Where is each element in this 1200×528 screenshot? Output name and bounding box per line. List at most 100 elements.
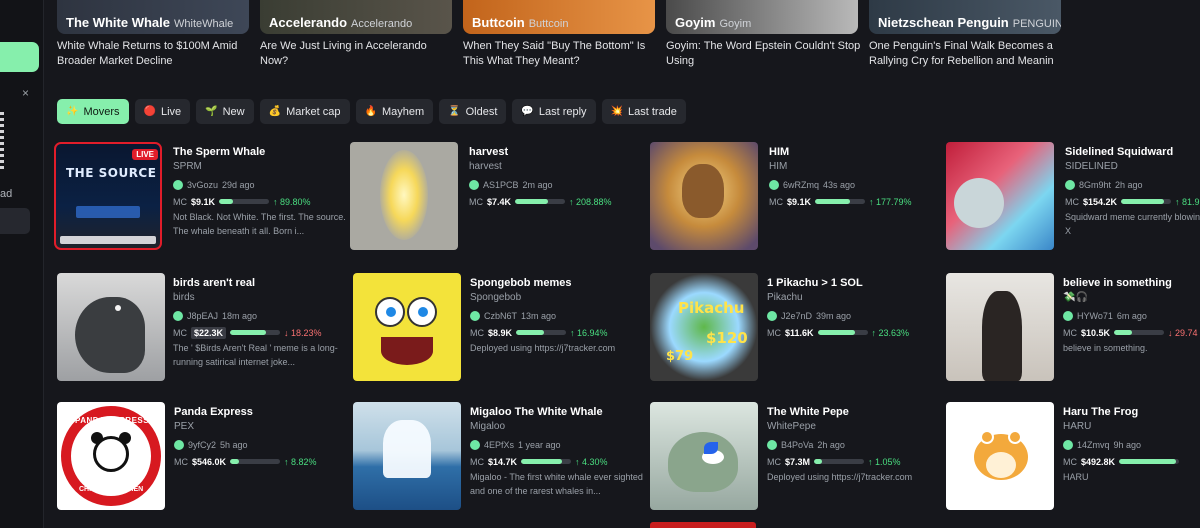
token-image[interactable]: THE SOURCE LIVE bbox=[54, 142, 162, 250]
market-cap-row: MC $7.3M ↑ 1.05% bbox=[767, 453, 942, 470]
tab-movers[interactable]: ✨ Movers bbox=[57, 99, 129, 124]
trending-caption[interactable]: Goyim: The Word Epstein Couldn't Stop Us… bbox=[666, 39, 862, 69]
token-description: The ' $Birds Aren't Real ' meme is a lon… bbox=[173, 343, 338, 367]
creator-row: 8Gm9ht 2h ago bbox=[1065, 177, 1200, 193]
trending-caption[interactable]: Are We Just Living in Accelerando Now? bbox=[260, 39, 456, 69]
token-image[interactable] bbox=[650, 142, 758, 250]
creator-row: B4PoVa 2h ago bbox=[767, 437, 942, 453]
token-card[interactable]: Haru The Frog HARU 14Zmvq 9h ago MC $492.8… bbox=[946, 402, 1200, 514]
creator-name[interactable]: J8pEAJ bbox=[187, 311, 218, 321]
market-cap-value: $11.6K bbox=[785, 327, 814, 338]
trending-caption[interactable]: One Penguin's Final Walk Becomes a Rally… bbox=[869, 39, 1065, 69]
avatar bbox=[470, 440, 480, 450]
tab-new[interactable]: 🌱 New bbox=[196, 99, 254, 124]
avatar bbox=[174, 440, 184, 450]
progress-fill bbox=[230, 459, 240, 464]
creator-name[interactable]: HYWo71 bbox=[1077, 311, 1113, 321]
creator-name[interactable]: 3vGozu bbox=[187, 180, 218, 190]
trending-card[interactable]: The White Whale WhiteWhale bbox=[57, 0, 249, 34]
token-image[interactable] bbox=[353, 273, 461, 381]
token-image[interactable] bbox=[353, 402, 461, 510]
token-card[interactable]: Migaloo The White Whale Migaloo 4EPfXs 1 … bbox=[353, 402, 643, 514]
tab-market-cap[interactable]: 💰 Market cap bbox=[259, 99, 350, 124]
token-ticker: PEX bbox=[174, 421, 195, 432]
speech-bubble-icon: 💬 bbox=[521, 106, 534, 117]
sidebar-button[interactable] bbox=[0, 208, 30, 234]
hourglass-icon: ⏳ bbox=[448, 106, 461, 117]
token-image[interactable] bbox=[946, 142, 1054, 250]
explosion-icon: 💥 bbox=[610, 106, 623, 117]
token-image[interactable] bbox=[946, 273, 1054, 381]
avatar bbox=[173, 180, 183, 190]
mc-label: MC bbox=[1063, 327, 1077, 338]
red-dot-icon: 🔴 bbox=[143, 106, 156, 117]
avatar bbox=[1065, 180, 1075, 190]
sidebar-create-button[interactable] bbox=[0, 42, 39, 72]
tab-live[interactable]: 🔴 Live bbox=[134, 99, 191, 124]
token-ticker: WhitePepe bbox=[767, 421, 816, 432]
creator-name[interactable]: 9yfCy2 bbox=[188, 440, 216, 450]
token-image[interactable]: PANDA EXPRESS CHINESE KITCHEN bbox=[57, 402, 165, 510]
creator-name[interactable]: AS1PCB bbox=[483, 180, 519, 190]
token-card[interactable]: birds aren't real birds J8pEAJ 18m ago MC… bbox=[57, 273, 347, 385]
token-info: 1 Pikachu > 1 SOL Pikachu J2e7nD 39m ago … bbox=[767, 277, 942, 341]
tab-last-reply[interactable]: 💬 Last reply bbox=[512, 99, 596, 124]
progress-bar bbox=[219, 199, 270, 204]
creator-name[interactable]: 4EPfXs bbox=[484, 440, 514, 450]
creator-name[interactable]: 8Gm9ht bbox=[1079, 180, 1111, 190]
token-description: Squidward meme currently blowin all over… bbox=[1065, 212, 1200, 236]
creator-name[interactable]: B4PoVa bbox=[781, 440, 813, 450]
token-image[interactable]: Pikachu $120 $79 bbox=[650, 273, 758, 381]
progress-bar bbox=[1121, 199, 1172, 204]
token-card[interactable]: harvest harvest AS1PCB 2m ago MC $7.4K ↑ 20… bbox=[350, 142, 640, 254]
token-card[interactable]: HIM HIM 6wRZmq 43s ago MC $9.1K ↑ 177.79% bbox=[650, 142, 940, 254]
price-change: ↑ 1.05% bbox=[868, 456, 901, 467]
tab-mayhem[interactable]: 🔥 Mayhem bbox=[355, 99, 434, 124]
trending-card[interactable]: Accelerando Accelerando bbox=[260, 0, 452, 34]
market-cap-value: $22.3K bbox=[191, 326, 227, 339]
token-card[interactable]: The White Pepe WhitePepe B4PoVa 2h ago MC… bbox=[650, 402, 940, 514]
progress-fill bbox=[516, 330, 544, 335]
token-image[interactable] bbox=[650, 402, 758, 510]
creator-row: 14Zmvq 9h ago bbox=[1063, 437, 1200, 453]
token-ticker: birds bbox=[173, 292, 195, 303]
token-card[interactable]: believe in something 💸🎧 HYWo71 6m ago MC $… bbox=[946, 273, 1200, 385]
trending-card[interactable]: Nietzschean Penguin PENGUIN bbox=[869, 0, 1061, 34]
token-age: 18m ago bbox=[222, 311, 258, 321]
trending-name: The White Whale bbox=[66, 15, 170, 30]
trending-card[interactable]: Goyim Goyim bbox=[666, 0, 858, 34]
price-change: ↑ 81.9 bbox=[1175, 196, 1200, 207]
price-change: ↑ 4.30% bbox=[575, 456, 608, 467]
image-detail bbox=[418, 307, 428, 317]
token-card[interactable]: Sidelined Squidward SIDELINED 8Gm9ht 2h a… bbox=[946, 142, 1200, 254]
trending-caption[interactable]: White Whale Returns to $100M Amid Broade… bbox=[57, 39, 253, 69]
progress-bar bbox=[521, 459, 572, 464]
tab-oldest[interactable]: ⏳ Oldest bbox=[439, 99, 507, 124]
market-cap-row: MC $9.1K ↑ 89.80% bbox=[173, 193, 348, 210]
token-name: birds aren't real bbox=[173, 277, 256, 289]
trending-card[interactable]: Buttcoin Buttcoin bbox=[463, 0, 655, 34]
close-icon[interactable]: × bbox=[22, 86, 29, 100]
token-card[interactable]: Pikachu $120 $79 1 Pikachu > 1 SOL Pikachu… bbox=[650, 273, 940, 385]
creator-name[interactable]: 14Zmvq bbox=[1077, 440, 1110, 450]
tab-last-trade[interactable]: 💥 Last trade bbox=[601, 99, 686, 124]
image-detail bbox=[115, 305, 121, 311]
token-ticker: Spongebob bbox=[470, 292, 522, 303]
token-card[interactable]: Spongebob memes Spongebob CzbN6T 13m ago … bbox=[353, 273, 643, 385]
token-description: Deployed using https://j7tracker.com bbox=[470, 343, 616, 353]
token-image[interactable] bbox=[350, 142, 458, 250]
creator-name[interactable]: 6wRZmq bbox=[783, 180, 819, 190]
price-change: ↑ 208.88% bbox=[569, 196, 612, 207]
token-image[interactable] bbox=[57, 273, 165, 381]
token-image[interactable] bbox=[946, 402, 1054, 510]
trending-name: Nietzschean Penguin bbox=[878, 15, 1009, 30]
mc-label: MC bbox=[767, 456, 781, 467]
trending-caption[interactable]: When They Said "Buy The Bottom" Is This … bbox=[463, 39, 659, 69]
creator-name[interactable]: CzbN6T bbox=[484, 311, 517, 321]
market-cap-value: $154.2K bbox=[1083, 196, 1118, 207]
token-ticker: HARU bbox=[1063, 421, 1092, 432]
token-card[interactable]: THE SOURCE LIVE The Sperm Whale SPRM 3vG… bbox=[54, 142, 346, 254]
token-card[interactable]: PANDA EXPRESS CHINESE KITCHEN Panda Expre… bbox=[57, 402, 347, 514]
token-age: 39m ago bbox=[816, 311, 852, 321]
creator-name[interactable]: J2e7nD bbox=[781, 311, 812, 321]
